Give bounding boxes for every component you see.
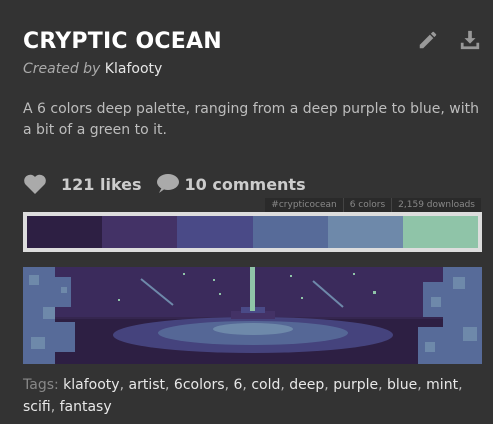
tag-link[interactable]: fantasy: [60, 399, 112, 415]
comments-count: 10 comments: [184, 174, 306, 194]
tag-separator: ,: [50, 399, 56, 415]
created-by: Created by Klafooty: [23, 61, 162, 77]
tags-label: Tags:: [23, 377, 59, 393]
likes-count: 121 likes: [61, 174, 142, 194]
tag-separator: ,: [224, 377, 230, 393]
tag-link[interactable]: deep: [289, 377, 324, 393]
palette-preview-image: [23, 267, 482, 364]
tag-link[interactable]: scifi: [23, 399, 51, 415]
tag-separator: ,: [280, 377, 285, 393]
tags-line: Tags: klafooty, artist, 6colors, 6, cold…: [23, 374, 488, 418]
palette-tools: [417, 29, 481, 51]
author-link[interactable]: Klafooty: [105, 61, 162, 77]
palette-stats: 121 likes 10 comments: [23, 173, 306, 195]
color-swatch[interactable]: [177, 216, 253, 248]
tag-separator: ,: [417, 377, 422, 393]
palette-title: CRYPTIC OCEAN: [23, 29, 222, 54]
tag-link[interactable]: 6colors: [174, 377, 225, 393]
color-swatch[interactable]: [402, 216, 479, 248]
tag-separator: ,: [324, 377, 329, 393]
color-swatch[interactable]: [252, 216, 328, 248]
download-count: 2,159 downloads: [391, 198, 481, 212]
tag-link[interactable]: cold: [251, 377, 280, 393]
palette-description: A 6 colors deep palette, ranging from a …: [23, 101, 479, 138]
heart-icon[interactable]: [23, 173, 47, 195]
tag-separator: ,: [242, 377, 247, 393]
color-swatch[interactable]: [27, 216, 103, 248]
tag-link[interactable]: blue: [387, 377, 417, 393]
tag-link[interactable]: purple: [333, 377, 378, 393]
color-swatch[interactable]: [327, 216, 403, 248]
pencil-icon[interactable]: [417, 29, 439, 51]
palette-swatches: [23, 212, 482, 252]
color-swatch[interactable]: [102, 216, 178, 248]
created-by-label: Created by: [23, 61, 101, 77]
tag-separator: ,: [378, 377, 383, 393]
hashtag-link[interactable]: #crypticocean: [265, 198, 342, 212]
tag-link[interactable]: artist: [129, 377, 166, 393]
tag-separator: ,: [458, 377, 463, 393]
tag-link[interactable]: klafooty: [63, 377, 119, 393]
tag-separator: ,: [165, 377, 170, 393]
color-count: 6 colors: [342, 198, 391, 212]
tag-separator: ,: [119, 377, 125, 393]
comment-icon[interactable]: [156, 173, 180, 195]
palette-meta: #crypticocean 6 colors 2,159 downloads: [265, 198, 481, 212]
download-icon[interactable]: [459, 29, 481, 51]
tag-link[interactable]: mint: [426, 377, 458, 393]
